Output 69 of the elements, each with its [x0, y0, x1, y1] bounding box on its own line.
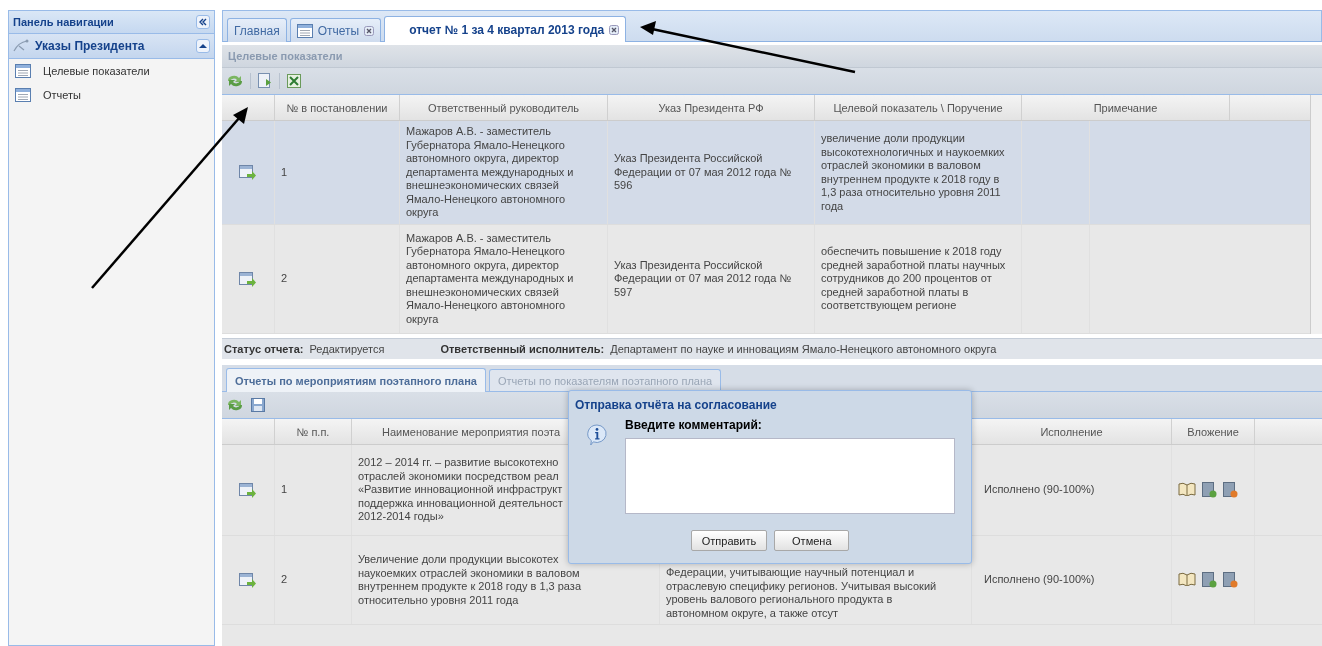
- tab[interactable]: Главная: [227, 18, 287, 42]
- document-export-icon[interactable]: [257, 73, 273, 89]
- dialog-button[interactable]: Отправить: [690, 530, 768, 551]
- status-label: Ответственный исполнитель:: [440, 343, 605, 355]
- document-arrow-icon[interactable]: [239, 482, 257, 498]
- tab[interactable]: отчет № 1 за 4 квартал 2013 года: [384, 16, 627, 42]
- document-add-icon[interactable]: [1201, 572, 1217, 588]
- column-header[interactable]: Целевой показатель \ Поручение: [815, 95, 1022, 120]
- table-cell: 2: [281, 272, 288, 286]
- panel-title: Панель навигации: [13, 16, 114, 28]
- column-header[interactable]: № в постановлении: [275, 95, 400, 120]
- list-icon: [296, 23, 313, 38]
- table-cell: Исполнено (90-100%): [984, 483, 1095, 497]
- column-header[interactable]: Вложение: [1187, 425, 1239, 438]
- document-arrow-icon[interactable]: [239, 572, 257, 588]
- document-add-icon[interactable]: [1201, 482, 1217, 498]
- dialog-title: Отправка отчёта на согласование: [574, 397, 778, 414]
- refresh-icon[interactable]: [226, 397, 244, 413]
- panel-title: Целевые показатели: [228, 50, 343, 62]
- status-value: Департамент по науке и инновациям Ямало-Ненецкого автономного округа: [610, 343, 997, 355]
- table-cell: Мажаров А.В. - заместитель Губернатора Ямало-Ненецкого автономного округа, директор департамента международных и внешнеэкономических связей Ямало-Ненецкого автономного округа: [406, 125, 574, 220]
- spreadsheet-icon[interactable]: [286, 73, 302, 89]
- document-arrow-icon[interactable]: [239, 165, 257, 180]
- column-header[interactable]: Ответственный руководитель: [400, 95, 608, 120]
- dialog-button[interactable]: Отмена: [774, 530, 850, 551]
- collapse-button[interactable]: [196, 15, 210, 29]
- caret-up-icon: [199, 43, 207, 49]
- status-value: Редактируется: [309, 343, 385, 355]
- table-cell: обеспечить повышение к 2018 году средней заработной платы научных сотрудников до 200 процентов от средней заработной платы в соответствующем регионе: [821, 245, 1006, 313]
- table-cell: 2012 – 2014 гг. – развитие высокотехно отраслей экономики посредством реал «Развитие инновационной инфраструкт поддержка инновационной деятельност 2012-2014 годы»: [358, 456, 563, 524]
- table-cell: 2: [281, 573, 288, 587]
- table-row[interactable]: [222, 121, 1310, 225]
- table-cell: 1: [281, 165, 288, 180]
- status-label: Статус отчета:: [224, 343, 304, 355]
- nav-item[interactable]: Целевые показатели: [43, 65, 150, 77]
- comment-field[interactable]: [625, 438, 955, 514]
- book-icon[interactable]: [1178, 482, 1196, 496]
- nav-item[interactable]: Отчеты: [43, 89, 82, 101]
- field-label: Введите комментарий:: [625, 418, 763, 432]
- tab[interactable]: Отчеты по мероприятиям поэтапного плана: [226, 368, 486, 392]
- list-icon: [15, 64, 31, 78]
- branch-icon: [13, 39, 31, 53]
- refresh-icon[interactable]: [226, 73, 244, 89]
- toggle-button[interactable]: [196, 39, 210, 53]
- book-icon[interactable]: [1178, 572, 1196, 586]
- table-cell: Указ Президента Российской Федерации от 07 мая 2012 года № 596: [614, 152, 792, 193]
- table-row[interactable]: [222, 225, 1310, 334]
- column-header[interactable]: № п.п.: [296, 425, 330, 438]
- close-icon[interactable]: [364, 25, 375, 36]
- table-cell: Мажаров А.В. - заместитель Губернатора Ямало-Ненецкого автономного округа, директор департамента международных и внешнеэкономических связей Ямало-Ненецкого автономного округа: [406, 231, 574, 327]
- document-remove-icon[interactable]: [1222, 572, 1238, 588]
- column-header[interactable]: Исполнение: [1040, 425, 1103, 438]
- table-cell: увеличение доли продукции высокотехнологичных и наукоемких отраслей экономики в валовом внутреннем продукте к 2018 году в 1,3 раза относительно уровня 2011 года: [821, 132, 1005, 213]
- close-icon[interactable]: [609, 24, 620, 35]
- table-cell: 1: [281, 483, 288, 497]
- save-icon[interactable]: [250, 397, 266, 413]
- table-cell: Увеличение доли продукции высокотех наукоемких отраслей экономики в валовом внутреннем продукте к 2018 году в 1,3 раза относительно уровня 2011 года: [358, 553, 581, 607]
- table-cell: Исполнено (90-100%): [984, 573, 1095, 587]
- table-cell: Указ Президента Российской Федерации от 07 мая 2012 года № 597: [614, 258, 792, 300]
- column-header[interactable]: Наименование мероприятия поэта: [382, 425, 561, 438]
- column-header[interactable]: Указ Президента РФ: [608, 95, 815, 120]
- list-icon: [15, 88, 31, 102]
- scrollbar[interactable]: [1310, 95, 1322, 334]
- tab[interactable]: Отчеты: [289, 18, 382, 42]
- document-arrow-icon[interactable]: [239, 271, 257, 287]
- document-remove-icon[interactable]: [1222, 482, 1238, 498]
- column-header[interactable]: Примечание: [1022, 95, 1230, 120]
- table-cell: Федерации, учитывающие научный потенциал и отраслевую специфику регионов. Учитывая высокий уровень валового регионального продукта в автономном округе, а также отсут: [666, 566, 937, 620]
- double-chevron-left-icon: [199, 18, 207, 26]
